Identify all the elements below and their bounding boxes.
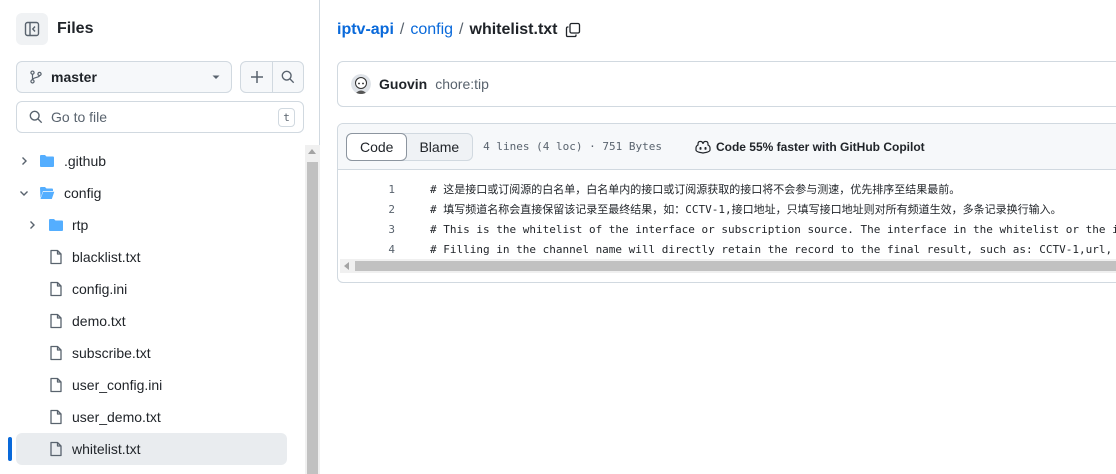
branch-name: master (51, 69, 97, 85)
tree-item-label: demo.txt (72, 313, 126, 329)
folder-open-icon (40, 187, 55, 199)
plus-icon (250, 71, 263, 83)
author-avatar[interactable] (351, 74, 371, 94)
chevron-down-icon[interactable] (18, 187, 30, 199)
sidebar-collapse-icon (24, 21, 40, 37)
search-icon (29, 110, 43, 124)
file-icon (50, 345, 62, 361)
file-viewer: Code Blame 4 lines (4 loc) · 751 Bytes C… (337, 123, 1116, 283)
tree-item-label: whitelist.txt (72, 441, 141, 457)
tree-item-whitelist[interactable]: whitelist.txt (0, 433, 304, 465)
git-branch-icon (30, 70, 42, 84)
keyboard-shortcut-hint: t (278, 107, 295, 127)
tree-item-config[interactable]: config (0, 177, 304, 209)
tree-item-label: .github (64, 153, 107, 169)
go-to-file-search[interactable]: t (16, 101, 304, 133)
tree-item-blacklist[interactable]: blacklist.txt (0, 241, 304, 273)
line-content: # This is the whitelist of the interface… (430, 222, 1116, 236)
file-icon (50, 377, 62, 393)
tree-item-label: blacklist.txt (72, 249, 141, 265)
file-icon (50, 409, 62, 425)
code-line: 4 # Filling in the channel name will dir… (338, 239, 1116, 259)
commit-author[interactable]: Guovin (379, 76, 427, 92)
code-line: 2 # 填写频道名称会直接保留该记录至最终结果，如：CCTV-1,接口地址，只填… (338, 199, 1116, 219)
breadcrumb-folder-link[interactable]: config (410, 21, 453, 39)
tree-item-label: user_demo.txt (72, 409, 161, 425)
line-number[interactable]: 2 (338, 203, 395, 216)
branch-selector[interactable]: master (16, 61, 232, 93)
tree-item-github[interactable]: .github (0, 145, 304, 177)
sidebar-scrollbar[interactable] (305, 145, 320, 474)
file-icon (50, 313, 62, 329)
file-icon (50, 441, 62, 457)
commit-message[interactable]: chore:tip (435, 76, 489, 92)
file-icon (50, 249, 62, 265)
scroll-up-arrow-icon[interactable] (308, 149, 316, 154)
copilot-promo-text: Code 55% faster with GitHub Copilot (715, 139, 925, 154)
view-mode-toggle: Code Blame (346, 132, 474, 161)
search-icon (281, 70, 295, 84)
tree-item-user-demo[interactable]: user_demo.txt (0, 401, 304, 433)
copilot-icon (695, 140, 711, 154)
tree-item-rtp[interactable]: rtp (0, 209, 304, 241)
tab-blame[interactable]: Blame (406, 134, 472, 160)
tree-item-label: subscribe.txt (72, 345, 151, 361)
tree-item-label: user_config.ini (72, 377, 163, 393)
line-content: # 填写频道名称会直接保留该记录至最终结果，如：CCTV-1,接口地址，只填写接… (430, 203, 1062, 216)
breadcrumb-separator: / (399, 21, 405, 38)
file-tree: .github config rtp blacklist.txt config.… (0, 145, 304, 465)
file-icon (50, 281, 62, 297)
line-content: # 这是接口或订阅源的白名单，白名单内的接口或订阅源获取的接口将不会参与测速，优… (430, 183, 961, 196)
search-code-button[interactable] (272, 62, 303, 92)
folder-icon (49, 219, 63, 231)
tree-item-label: config.ini (72, 281, 128, 297)
add-file-button[interactable] (241, 62, 272, 92)
sidebar-scroll-thumb[interactable] (307, 162, 318, 474)
go-to-file-input[interactable] (51, 109, 278, 125)
breadcrumb-separator: / (459, 21, 464, 38)
tree-item-subscribe[interactable]: subscribe.txt (0, 337, 304, 369)
tree-item-demo[interactable]: demo.txt (0, 305, 304, 337)
chevron-right-icon[interactable] (18, 155, 30, 167)
tab-code[interactable]: Code (346, 132, 408, 161)
branch-toolbar: master (16, 61, 304, 93)
copilot-promo-link[interactable]: Code 55% faster with GitHub Copilot (695, 140, 925, 154)
breadcrumb-current-file: whitelist.txt (469, 21, 558, 38)
chevron-right-icon[interactable] (26, 219, 38, 231)
sidebar-header: Files (16, 13, 93, 45)
copy-path-icon[interactable] (565, 22, 581, 38)
tree-item-label: rtp (72, 217, 89, 233)
tree-item-user-config[interactable]: user_config.ini (0, 369, 304, 401)
line-number[interactable]: 1 (338, 183, 395, 196)
breadcrumb: iptv-api / config / whitelist.txt (337, 19, 581, 41)
selected-indicator (8, 437, 12, 461)
code-body: 1 # 这是接口或订阅源的白名单，白名单内的接口或订阅源获取的接口将不会参与测速… (338, 179, 1116, 259)
code-horizontal-scrollbar[interactable] (340, 259, 1116, 273)
breadcrumb-repo-link[interactable]: iptv-api (337, 21, 394, 39)
file-info: 4 lines (4 loc) · 751 Bytes (483, 140, 662, 153)
file-header: Code Blame 4 lines (4 loc) · 751 Bytes C… (338, 124, 1116, 170)
collapse-sidebar-button[interactable] (16, 13, 48, 45)
file-tree-sidebar: Files master Go to file t .github config… (0, 0, 320, 474)
code-line: 3 # This is the whitelist of the interfa… (338, 219, 1116, 239)
tree-item-config-ini[interactable]: config.ini (0, 273, 304, 305)
tree-item-label: config (64, 185, 102, 201)
folder-icon (40, 155, 54, 167)
code-line: 1 # 这是接口或订阅源的白名单，白名单内的接口或订阅源获取的接口将不会参与测速… (338, 179, 1116, 199)
line-number[interactable]: 3 (338, 223, 395, 236)
caret-down-icon (212, 75, 220, 79)
code-scroll-thumb[interactable] (355, 261, 1116, 271)
tree-action-group (240, 61, 304, 93)
sidebar-title: Files (57, 20, 94, 37)
latest-commit-bar: Guovin chore:tip (337, 61, 1116, 107)
scroll-left-arrow-icon[interactable] (344, 262, 349, 270)
line-number[interactable]: 4 (338, 243, 395, 256)
line-content: # Filling in the channel name will direc… (430, 242, 1113, 256)
